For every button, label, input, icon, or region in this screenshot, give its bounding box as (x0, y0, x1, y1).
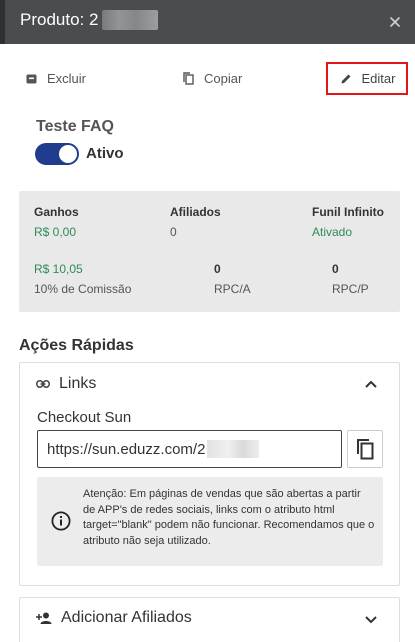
modal-title: Produto: 2 (20, 9, 159, 31)
modal-header: Produto: 2 (0, 0, 415, 44)
redacted-product-id (102, 10, 159, 30)
quick-actions-title: Ações Rápidas (19, 337, 134, 354)
copy-product-button[interactable]: Copiar (181, 71, 242, 86)
rpcp-value: 0 (332, 262, 339, 276)
modal-title-text: Produto: 2 (20, 10, 99, 29)
product-name: Teste FAQ (36, 118, 114, 135)
pencil-icon (339, 72, 353, 86)
affiliates-label: Afiliados (170, 205, 221, 219)
copy-label: Copiar (204, 71, 243, 86)
affiliates-value: 0 (170, 225, 177, 239)
edit-button[interactable]: Editar (326, 62, 408, 95)
add-affiliates-header[interactable]: Adicionar Afiliados (36, 609, 192, 627)
close-button[interactable] (385, 12, 405, 32)
trash-icon (24, 72, 38, 86)
status-toggle[interactable] (35, 143, 79, 165)
earnings-label: Ganhos (34, 205, 79, 219)
delete-button[interactable]: Excluir (24, 71, 86, 86)
add-affiliates-panel: Adicionar Afiliados (19, 597, 400, 642)
add-user-icon (36, 612, 52, 624)
copy-link-button[interactable] (347, 430, 383, 468)
warning-text: Atenção: Em páginas de vendas que são ab… (83, 488, 375, 547)
header-edge (0, 0, 5, 44)
rpcp-label: RPC/P (332, 282, 369, 296)
product-actions-bar: Excluir Copiar Editar (0, 62, 415, 96)
copy-icon (357, 439, 374, 460)
rpca-label: RPC/A (214, 282, 251, 296)
status-label: Ativo (86, 145, 124, 162)
links-panel-title: Links (59, 375, 97, 392)
checkout-link-field[interactable]: https://sun.eduzz.com/2 (37, 430, 342, 468)
delete-label: Excluir (47, 71, 87, 86)
redacted-url-suffix (207, 440, 260, 458)
links-panel-header[interactable]: Links (36, 375, 96, 393)
info-icon (51, 511, 71, 531)
copy-icon (181, 72, 195, 86)
close-icon (390, 17, 400, 27)
funnel-value: Ativado (312, 225, 353, 239)
rpca-value: 0 (214, 262, 221, 276)
link-icon (36, 380, 50, 388)
checkout-label: Checkout Sun (37, 409, 132, 426)
warning-box: Atenção: Em páginas de vendas que são ab… (37, 477, 383, 566)
toggle-knob (59, 145, 77, 163)
checkout-url: https://sun.eduzz.com/2 (47, 440, 206, 458)
chevron-up-icon[interactable] (363, 378, 379, 390)
commission-label: 10% de Comissão (34, 282, 132, 296)
commission-value: R$ 10,05 (34, 262, 83, 276)
funnel-label: Funil Infinito (312, 205, 384, 219)
add-affiliates-title: Adicionar Afiliados (61, 609, 192, 626)
stats-panel: Ganhos R$ 0,00 Afiliados 0 Funil Infinit… (19, 191, 400, 312)
links-panel: Links Checkout Sun https://sun.eduzz.com… (19, 362, 400, 586)
earnings-value: R$ 0,00 (34, 225, 77, 239)
edit-label: Editar (361, 71, 396, 86)
chevron-down-icon[interactable] (363, 613, 379, 625)
